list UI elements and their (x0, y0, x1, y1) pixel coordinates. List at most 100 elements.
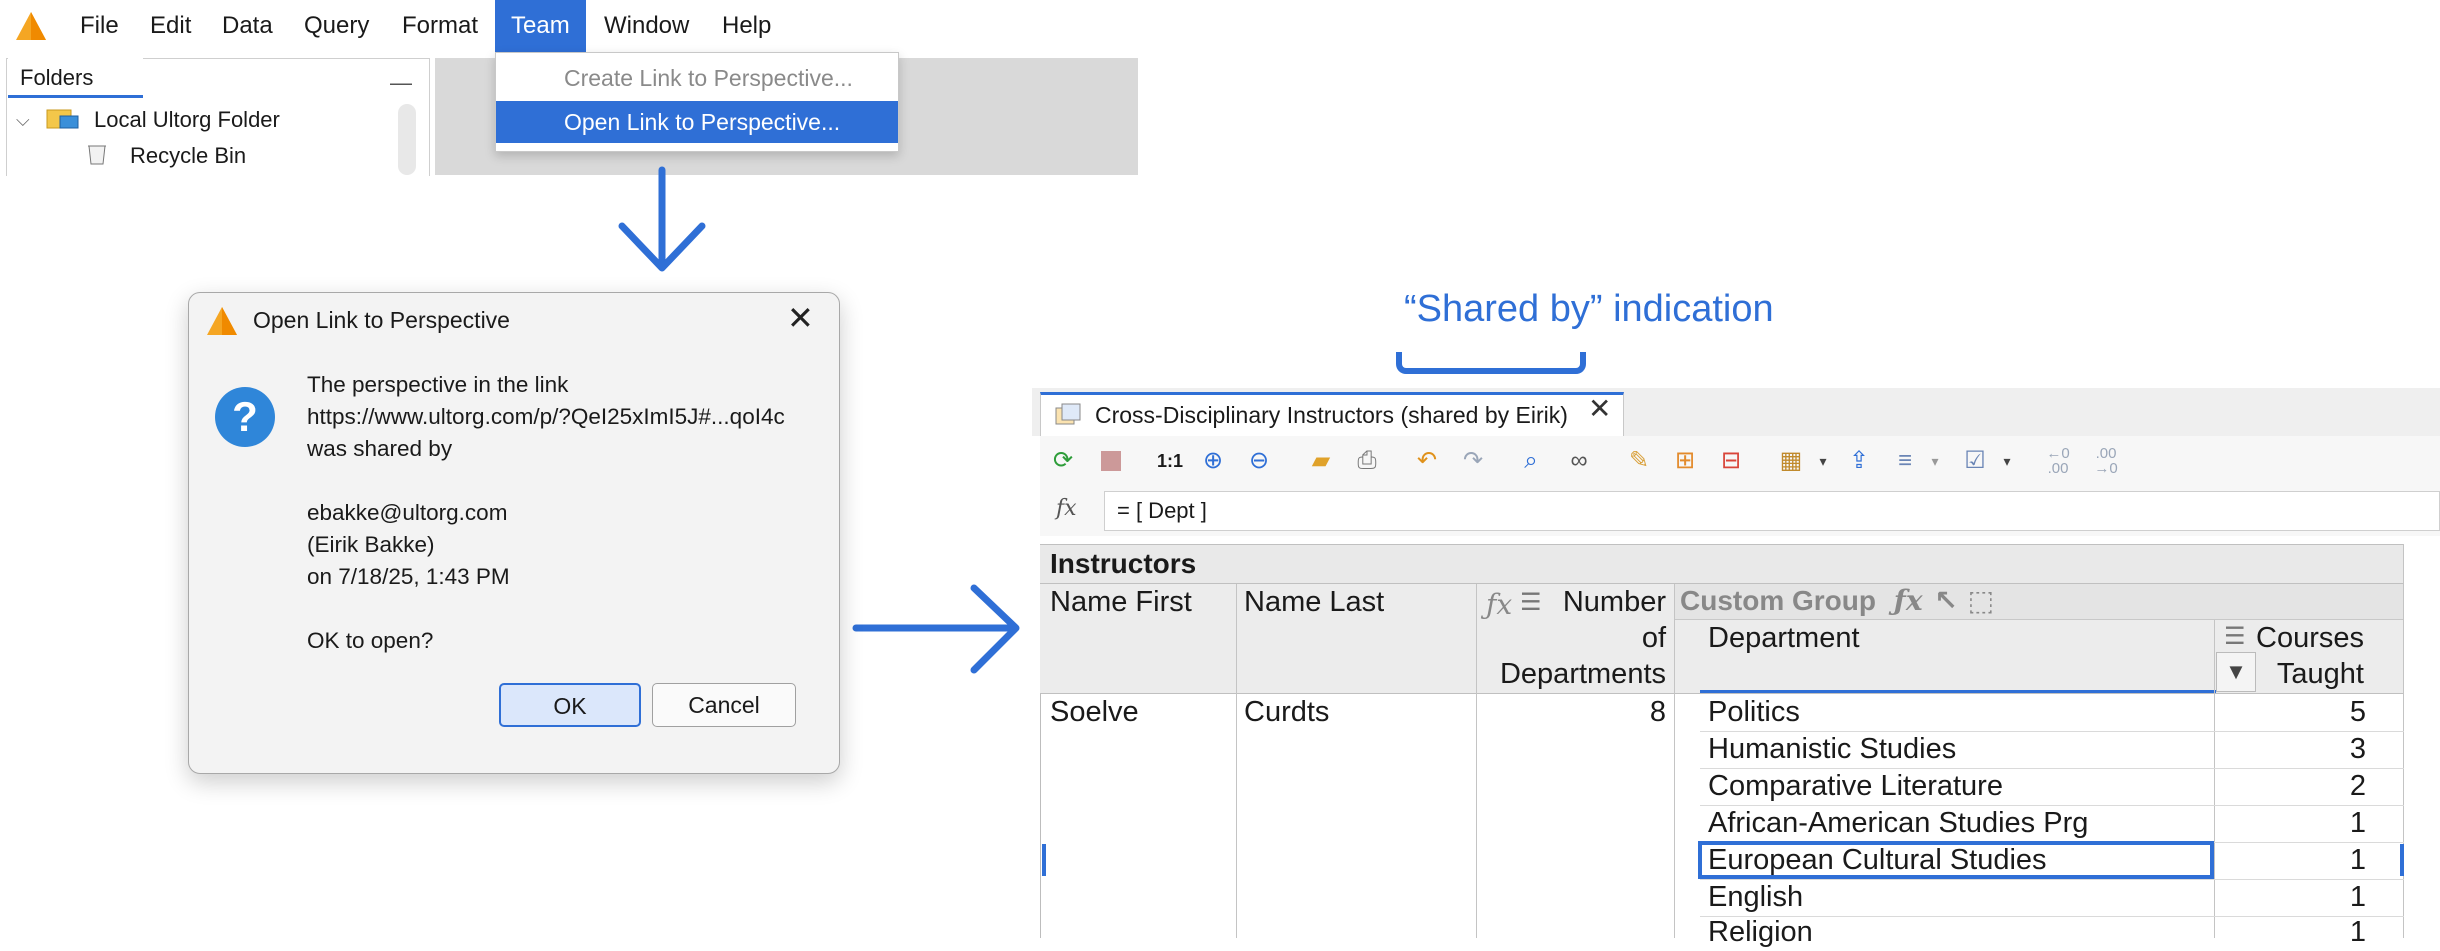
ultorg-logo-icon (207, 307, 237, 335)
arrow-down-icon (618, 166, 706, 272)
open-folder-icon[interactable]: ▰ (1306, 446, 1336, 476)
cell-num-departments[interactable]: 8 (1476, 694, 1666, 731)
menu-team[interactable]: Team (495, 0, 586, 52)
annotation-bracket (1396, 352, 1586, 374)
cell-department[interactable]: Humanistic Studies (1708, 731, 1956, 768)
dialog-title: Open Link to Perspective (253, 307, 510, 333)
find-icon[interactable]: ⌕ (1516, 446, 1546, 476)
menu-format[interactable]: Format (400, 0, 480, 52)
binoculars-icon[interactable]: ∞ (1564, 446, 1594, 476)
chevron-down-icon[interactable]: ⌵ (16, 110, 30, 131)
cell-department[interactable]: English (1708, 879, 1803, 916)
menu-edit[interactable]: Edit (148, 0, 193, 52)
menu-item-create-link[interactable]: Create Link to Perspective... (496, 57, 898, 99)
ok-button[interactable]: OK (499, 683, 641, 727)
menu-window[interactable]: Window (602, 0, 691, 52)
zoom-out-icon[interactable]: ⊖ (1244, 446, 1274, 476)
menubar: File Edit Data Query Format Team Window … (0, 0, 1138, 52)
dialog-message-link: https://www.ultorg.com/p/?QeI25xImI5J#..… (307, 404, 785, 429)
header-custom-group[interactable]: Custom Group ƒx ↖ ⬚ (1674, 584, 2404, 620)
remove-column-icon[interactable]: ⊟ (1716, 446, 1746, 476)
cell-courses-taught[interactable]: 5 (2216, 694, 2366, 731)
cell-courses-taught[interactable]: 3 (2216, 731, 2366, 768)
table-layout-icon[interactable]: ▦ (1776, 446, 1806, 476)
tab-close-icon[interactable]: ✕ (1588, 392, 1611, 425)
perspective-tab[interactable]: Cross-Disciplinary Instructors (shared b… (1040, 392, 1624, 436)
chevron-down-icon[interactable]: ▾ (1992, 446, 2022, 476)
cell-courses-taught[interactable]: 2 (2216, 768, 2366, 805)
minimize-button[interactable]: — (390, 70, 412, 96)
cell-department[interactable]: African-American Studies Prg (1708, 805, 2088, 842)
question-icon: ? (215, 387, 275, 447)
cell-courses-taught[interactable]: 1 (2216, 842, 2366, 879)
formula-icon: fx (1056, 496, 1077, 521)
column-divider (1236, 584, 1237, 938)
dialog-message-name: (Eirik Bakke) (307, 532, 435, 557)
menu-query[interactable]: Query (302, 0, 371, 52)
menu-item-open-link[interactable]: Open Link to Perspective... (496, 101, 898, 143)
folders-tab[interactable]: Folders (8, 58, 143, 98)
cell-department[interactable]: Religion (1708, 914, 1813, 951)
add-column-icon[interactable]: ⊞ (1670, 446, 1700, 476)
chevron-down-icon[interactable]: ▾ (1920, 446, 1950, 476)
dialog-message-date: on 7/18/25, 1:43 PM (307, 564, 510, 589)
row-marker-left (1042, 844, 1046, 876)
header-courses-taught: Taught (2276, 658, 2364, 690)
zoom-reset-icon[interactable]: 1:1 (1150, 446, 1190, 476)
chevron-down-icon[interactable]: ▾ (1808, 446, 1838, 476)
folders-scrollbar[interactable] (398, 104, 416, 175)
tree-item-local-folder[interactable]: Local Ultorg Folder (94, 104, 280, 136)
zoom-in-icon[interactable]: ⊕ (1198, 446, 1228, 476)
table-title: Instructors (1040, 544, 2404, 584)
selection-icon: ⬚ (1967, 585, 1995, 616)
undo-icon[interactable]: ↶ (1412, 446, 1442, 476)
header-name-last[interactable]: Name Last (1244, 584, 1384, 621)
header-name-first[interactable]: Name First (1050, 584, 1192, 621)
header-num-departments: Departments (1499, 658, 1666, 690)
header-department[interactable]: Department (1708, 620, 1860, 657)
cell-courses-taught[interactable]: 1 (2216, 914, 2366, 951)
close-icon[interactable]: ✕ (787, 299, 814, 337)
dialog-message-email: ebakke@ultorg.com (307, 500, 508, 525)
cell-courses-taught[interactable]: 1 (2216, 805, 2366, 842)
dialog-message-question: OK to open? (307, 628, 434, 653)
menu-data[interactable]: Data (220, 0, 275, 52)
custom-group-label: Custom Group (1680, 585, 1876, 616)
cancel-button[interactable]: Cancel (652, 683, 796, 727)
folder-computer-icon (46, 109, 79, 129)
column-divider (1476, 584, 1477, 938)
print-icon[interactable]: ⎙ (1352, 446, 1382, 476)
menu-file[interactable]: File (78, 0, 121, 52)
team-menu-dropdown: Create Link to Perspective... Open Link … (495, 52, 899, 152)
dialog-message-line: The perspective in the link (307, 372, 569, 397)
checkbox-icon[interactable]: ☑ (1960, 446, 1990, 476)
cell-department[interactable]: Comparative Literature (1708, 768, 2003, 805)
selected-cell-outline (1698, 841, 2214, 879)
cursor-icon: ↖ (1934, 585, 1958, 616)
increase-decimals-icon[interactable]: .00 →0 (2084, 446, 2128, 476)
perspective-icon (1055, 403, 1081, 425)
header-num-departments: of (1641, 622, 1666, 654)
recycle-bin-icon (88, 145, 106, 165)
cell-department[interactable]: Politics (1708, 694, 1800, 731)
formula-icon: ƒx (1893, 584, 1923, 617)
export-icon[interactable]: ⇪ (1844, 446, 1874, 476)
formula-input[interactable]: = [ Dept ] (1104, 491, 2440, 531)
open-link-dialog: Open Link to Perspective ✕ ? The perspec… (188, 292, 840, 774)
tree-item-recycle-bin[interactable]: Recycle Bin (130, 140, 246, 172)
redo-icon[interactable]: ↷ (1458, 446, 1488, 476)
header-courses-taught[interactable]: Courses (2218, 620, 2364, 657)
cell-name-last[interactable]: Curdts (1244, 694, 1329, 731)
cell-courses-taught[interactable]: 1 (2216, 879, 2366, 916)
cell-name-first[interactable]: Soelve (1050, 694, 1139, 731)
header-num-departments[interactable]: Number (1474, 584, 1666, 621)
menu-help[interactable]: Help (720, 0, 773, 52)
edit-formula-icon[interactable]: ✎ (1624, 446, 1654, 476)
refresh-icon[interactable]: ⟳ (1048, 446, 1078, 476)
row-marker-right (2400, 844, 2404, 876)
shared-by-annotation: “Shared by” indication (1404, 288, 1774, 330)
column-divider (2214, 620, 2215, 938)
decrease-decimals-icon[interactable]: ←0 .00 (2036, 446, 2080, 476)
align-icon[interactable]: ≡ (1890, 446, 1920, 476)
stop-icon[interactable] (1096, 446, 1126, 476)
